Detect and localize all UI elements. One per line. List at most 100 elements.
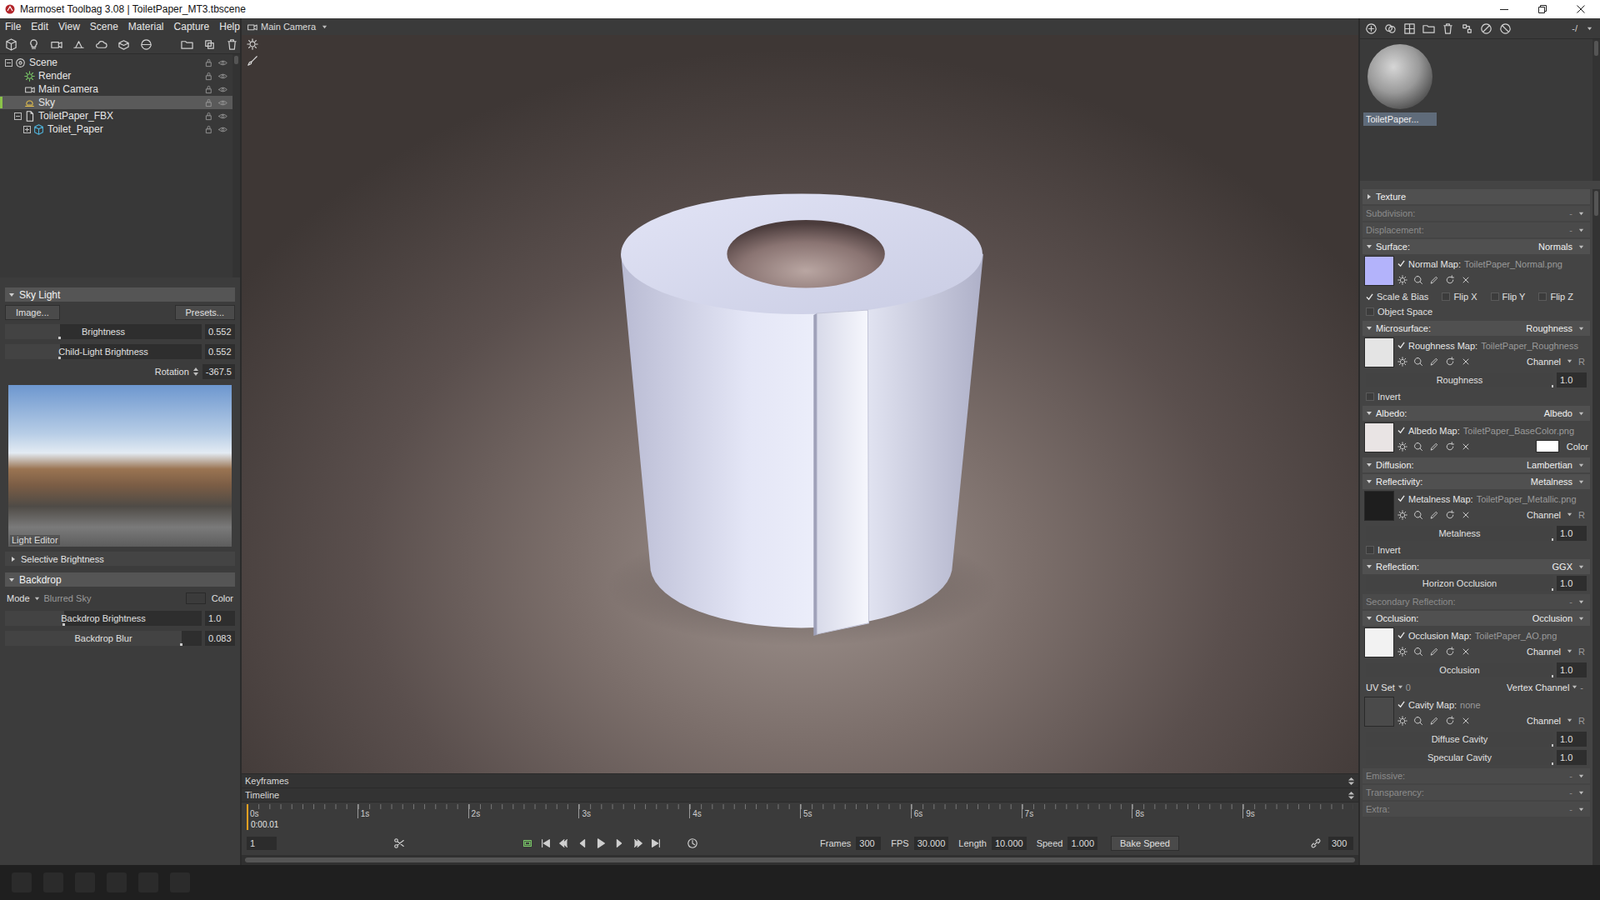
new-material-icon[interactable] [1365, 22, 1378, 35]
clock-icon[interactable] [686, 837, 699, 850]
sky-light-header[interactable]: Sky Light [5, 287, 235, 302]
module-dropdown[interactable]: - [1569, 787, 1573, 798]
dropdown-arrow-icon[interactable] [1566, 717, 1573, 724]
taskbar-slot[interactable] [11, 872, 32, 893]
checkmark-icon[interactable] [1397, 700, 1405, 709]
section-header[interactable]: Diffusion:Lambertian [1362, 457, 1590, 473]
value-field[interactable]: 0.552 [205, 344, 235, 360]
menu-item[interactable]: Material [128, 20, 165, 33]
menu-item[interactable]: View [58, 20, 80, 33]
menu-item[interactable]: Capture [174, 20, 210, 33]
dropdown-arrow-icon[interactable] [1566, 511, 1573, 518]
checkbox-item[interactable]: Invert [1365, 545, 1401, 555]
last-frame-icon[interactable] [650, 837, 662, 850]
link-icon[interactable] [1310, 837, 1322, 850]
section-header[interactable]: Albedo:Albedo [1362, 405, 1590, 421]
sky-button[interactable]: Image... [5, 305, 60, 320]
dropdown-arrow-icon[interactable] [1578, 462, 1585, 469]
texture-file-name[interactable]: none [1460, 700, 1480, 710]
module-dropdown[interactable]: Occlusion [1532, 613, 1573, 624]
dropdown-arrow-icon[interactable] [1586, 25, 1593, 32]
lock-icon[interactable] [204, 71, 214, 81]
next-frame-icon[interactable] [613, 837, 625, 850]
checkbox-item[interactable]: Invert [1365, 391, 1401, 402]
texture-file-name[interactable]: ToiletPaper_AO.png [1475, 630, 1557, 641]
add-shadow-catcher-icon[interactable] [72, 38, 85, 51]
value-field[interactable]: 1.0 [1556, 750, 1587, 765]
reload-icon[interactable] [1445, 441, 1455, 452]
open-folder-icon[interactable] [180, 38, 194, 51]
section-header[interactable]: Displacement:- [1362, 222, 1590, 238]
checkmark-icon[interactable] [1397, 341, 1405, 350]
checkmark-icon[interactable] [1397, 631, 1405, 640]
texture-thumbnail[interactable] [1364, 337, 1395, 368]
value-field[interactable]: 0.083 [205, 630, 235, 646]
next-key-icon[interactable] [631, 837, 644, 850]
eye-icon[interactable] [218, 98, 228, 108]
load-material-icon[interactable] [1422, 22, 1435, 35]
add-fog-icon[interactable] [95, 38, 108, 51]
value-field[interactable]: 0.552 [205, 324, 235, 340]
rotation-field[interactable]: -367.5 [202, 364, 235, 380]
close-icon[interactable] [1460, 510, 1471, 520]
pencil-icon[interactable] [1429, 510, 1440, 520]
dropdown-arrow-icon[interactable] [1578, 210, 1585, 217]
dropdown-arrow-icon[interactable] [1578, 599, 1585, 605]
eye-icon[interactable] [218, 58, 228, 68]
reload-icon[interactable] [1445, 275, 1455, 285]
close-icon[interactable] [1460, 441, 1471, 452]
slider[interactable]: Roughness [1365, 372, 1554, 388]
delete-material-icon[interactable] [1441, 22, 1455, 35]
camera-selector[interactable]: Main Camera [260, 21, 316, 32]
dropdown-arrow-icon[interactable] [1578, 244, 1585, 250]
dropdown-arrow-icon[interactable] [1566, 358, 1573, 365]
magnifier-icon[interactable] [1413, 441, 1424, 452]
section-header[interactable]: Emissive:- [1362, 768, 1590, 784]
viewport[interactable] [241, 35, 1359, 774]
slider[interactable]: Specular Cavity [1365, 750, 1554, 765]
module-dropdown[interactable]: Albedo [1544, 408, 1573, 419]
loop-icon[interactable] [521, 837, 534, 850]
value-field[interactable]: 1.0 [1556, 372, 1587, 388]
channel-dropdown[interactable]: R [1578, 646, 1585, 657]
taskbar-slot[interactable] [43, 872, 64, 893]
duplicate-icon[interactable] [203, 38, 216, 51]
slider[interactable]: Child-Light Brightness [5, 344, 202, 360]
add-turntable-icon[interactable] [140, 38, 153, 51]
frame-field[interactable]: 1 [246, 836, 277, 850]
pencil-icon[interactable] [1429, 441, 1440, 452]
sky-panorama-image[interactable]: Light Editor [8, 385, 232, 547]
reload-icon[interactable] [1445, 356, 1455, 367]
slider[interactable]: Backdrop Blur [5, 630, 202, 646]
eye-icon[interactable] [218, 71, 228, 81]
menu-item[interactable]: Help [219, 20, 240, 33]
dropdown-arrow-icon[interactable] [1578, 479, 1585, 485]
section-header[interactable]: Secondary Reflection:- [1362, 594, 1590, 610]
tree-scrollbar[interactable] [232, 54, 240, 278]
expand-collapse-icon[interactable] [1347, 776, 1355, 786]
dropdown-arrow-icon[interactable] [1578, 615, 1585, 622]
module-dropdown[interactable]: - [1569, 225, 1573, 235]
timeline-scrollbar[interactable] [241, 855, 1359, 865]
expander-icon[interactable] [14, 112, 22, 120]
paint-brush-icon[interactable] [246, 55, 259, 67]
value-field[interactable]: 1.0 [1556, 731, 1587, 747]
section-header[interactable]: Subdivision:- [1362, 205, 1590, 221]
slider[interactable]: Brightness [5, 324, 202, 340]
section-header[interactable]: Reflectivity:Metalness [1362, 474, 1590, 490]
settings-gear-icon[interactable] [246, 38, 259, 50]
module-dropdown[interactable]: - [1569, 208, 1573, 219]
checkbox-item[interactable]: Object Space [1365, 306, 1433, 317]
taskbar-slot[interactable] [75, 872, 95, 893]
timeline-bar[interactable]: Timeline [241, 787, 1359, 802]
scene-tree-item[interactable]: Sky [0, 95, 233, 110]
scene-tree-item[interactable]: Scene [0, 55, 233, 70]
dropdown-arrow-icon[interactable] [1578, 564, 1585, 570]
module-dropdown[interactable]: Normals [1538, 241, 1573, 252]
slider[interactable]: Backdrop Brightness [5, 610, 202, 626]
taskbar-slot[interactable] [138, 872, 159, 893]
magnifier-icon[interactable] [1413, 356, 1424, 367]
lock-icon[interactable] [204, 125, 214, 135]
pencil-icon[interactable] [1429, 275, 1440, 285]
section-header[interactable]: Surface:Normals [1362, 239, 1590, 255]
